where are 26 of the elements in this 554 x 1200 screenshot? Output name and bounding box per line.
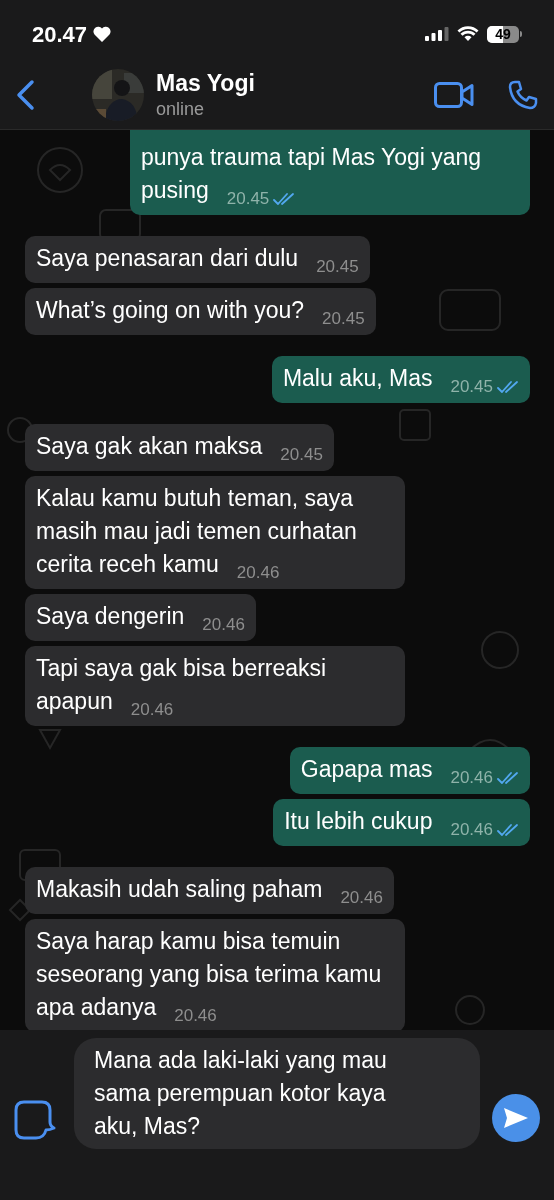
- received-message: Saya gak akan maksa 20.45: [25, 424, 334, 471]
- received-message: Kalau kamu butuh teman, saya masih mau jadi temen curhatan cerita receh kamu 20.46: [25, 476, 405, 589]
- received-message: Tapi saya gak bisa berreaksi apapun 20.46: [25, 646, 405, 726]
- back-icon[interactable]: [14, 78, 36, 111]
- received-message: Makasih udah saling paham 20.46: [25, 867, 394, 914]
- message-input[interactable]: Mana ada laki-laki yang mau sama perempuan kotor kaya aku, Mas?: [74, 1038, 480, 1149]
- send-icon: [503, 1107, 529, 1129]
- contact-status: online: [156, 97, 206, 121]
- status-time: 20.47: [32, 20, 88, 49]
- received-message: Saya harap kamu bisa temuin seseorang yang bisa terima kamu apa adanya 20.46: [25, 919, 405, 1030]
- battery-icon: 49: [487, 25, 522, 43]
- sticker-icon[interactable]: [14, 1100, 58, 1140]
- received-message: Saya penasaran dari dulu 20.45: [25, 236, 370, 283]
- sent-message: punya trauma tapi Mas Yogi yang pusing 20.45: [130, 130, 530, 215]
- phone-call-icon[interactable]: [508, 79, 538, 110]
- wifi-icon: [457, 26, 479, 42]
- sent-message: Malu aku, Mas 20.45: [271, 356, 530, 403]
- heart-icon: [93, 26, 112, 42]
- sent-message: Itu lebih cukup 20.46: [273, 799, 530, 846]
- video-call-icon[interactable]: [434, 81, 474, 108]
- received-message: Saya dengerin 20.46: [25, 594, 256, 641]
- send-button[interactable]: [492, 1094, 540, 1142]
- signal-icon: [425, 27, 449, 41]
- sent-message: Gapapa mas 20.46: [289, 747, 530, 794]
- contact-name[interactable]: Mas Yogi: [156, 68, 255, 98]
- received-message: What’s going on with you? 20.45: [25, 288, 376, 335]
